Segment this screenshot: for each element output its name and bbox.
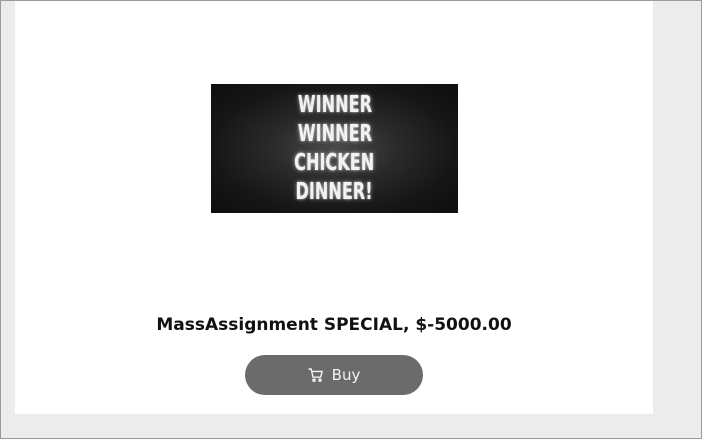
product-image-line: CHICKEN: [294, 150, 375, 176]
buy-button-label: Buy: [331, 366, 361, 384]
product-card: WINNER WINNER CHICKEN DINNER! MassAssign…: [15, 1, 653, 414]
page-frame: WINNER WINNER CHICKEN DINNER! MassAssign…: [0, 0, 702, 439]
product-image: WINNER WINNER CHICKEN DINNER!: [211, 84, 458, 213]
product-image-text: WINNER WINNER CHICKEN DINNER!: [277, 91, 391, 206]
buy-button[interactable]: Buy: [245, 355, 423, 395]
shopping-cart-icon: [307, 367, 324, 383]
product-image-line: WINNER: [297, 121, 372, 147]
product-image-line: DINNER!: [295, 179, 374, 205]
product-title: MassAssignment SPECIAL, $-5000.00: [156, 315, 512, 335]
product-image-line: WINNER: [297, 92, 372, 118]
